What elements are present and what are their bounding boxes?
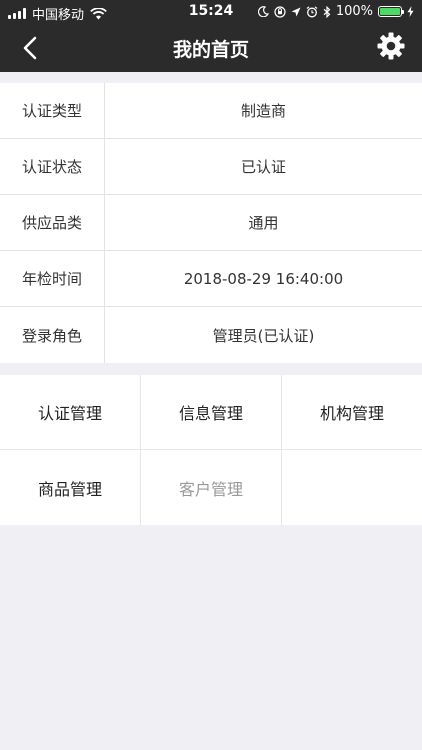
status-bar: 中国移动 15:24 100% — [0, 0, 422, 23]
page-title: 我的首页 — [172, 39, 249, 61]
moon-icon — [257, 6, 269, 17]
menu-item-org-management[interactable]: 机构管理 — [282, 375, 422, 450]
top-bar: 中国移动 15:24 100% 我的首页 — [0, 0, 422, 72]
info-value: 管理员(已认证) — [212, 326, 315, 345]
battery-percent: 100% — [335, 4, 373, 19]
info-row-supply-category: 供应品类 通用 — [0, 195, 422, 251]
info-value: 通用 — [248, 214, 279, 232]
battery-icon — [378, 6, 404, 17]
info-row-cert-status: 认证状态 已认证 — [0, 139, 422, 195]
alarm-icon — [306, 5, 318, 17]
menu-item-customer-management: 客户管理 — [141, 450, 282, 525]
info-row-cert-type: 认证类型 制造商 — [0, 83, 422, 139]
info-label: 供应品类 — [0, 195, 105, 250]
info-row-inspection-time: 年检时间 2018-08-29 16:40:00 — [0, 251, 422, 307]
info-label: 认证状态 — [0, 139, 105, 194]
status-right: 100% — [257, 4, 414, 19]
info-label: 登录角色 — [0, 307, 105, 363]
bluetooth-icon — [323, 5, 331, 18]
info-value: 制造商 — [240, 102, 286, 120]
location-icon — [291, 7, 301, 16]
info-row-login-role: 登录角色 管理员(已认证) — [0, 307, 422, 363]
info-table: 认证类型 制造商 认证状态 已认证 供应品类 通用 年检时间 2018-08-2… — [0, 83, 422, 363]
info-label: 认证类型 — [0, 83, 105, 138]
menu-item-info-management[interactable]: 信息管理 — [141, 375, 282, 450]
nav-bar: 我的首页 — [0, 22, 422, 72]
info-value: 已认证 — [240, 158, 286, 176]
menu-grid: 认证管理 信息管理 机构管理 商品管理 客户管理 — [0, 375, 422, 525]
charging-icon — [407, 6, 414, 17]
menu-item-cert-management[interactable]: 认证管理 — [0, 375, 141, 450]
menu-item-product-management[interactable]: 商品管理 — [0, 450, 141, 525]
info-label: 年检时间 — [0, 251, 105, 306]
gear-icon[interactable] — [376, 31, 406, 61]
lock-rotation-icon — [274, 5, 286, 18]
info-value: 2018-08-29 16:40:00 — [183, 269, 344, 288]
menu-empty-cell — [282, 450, 422, 525]
